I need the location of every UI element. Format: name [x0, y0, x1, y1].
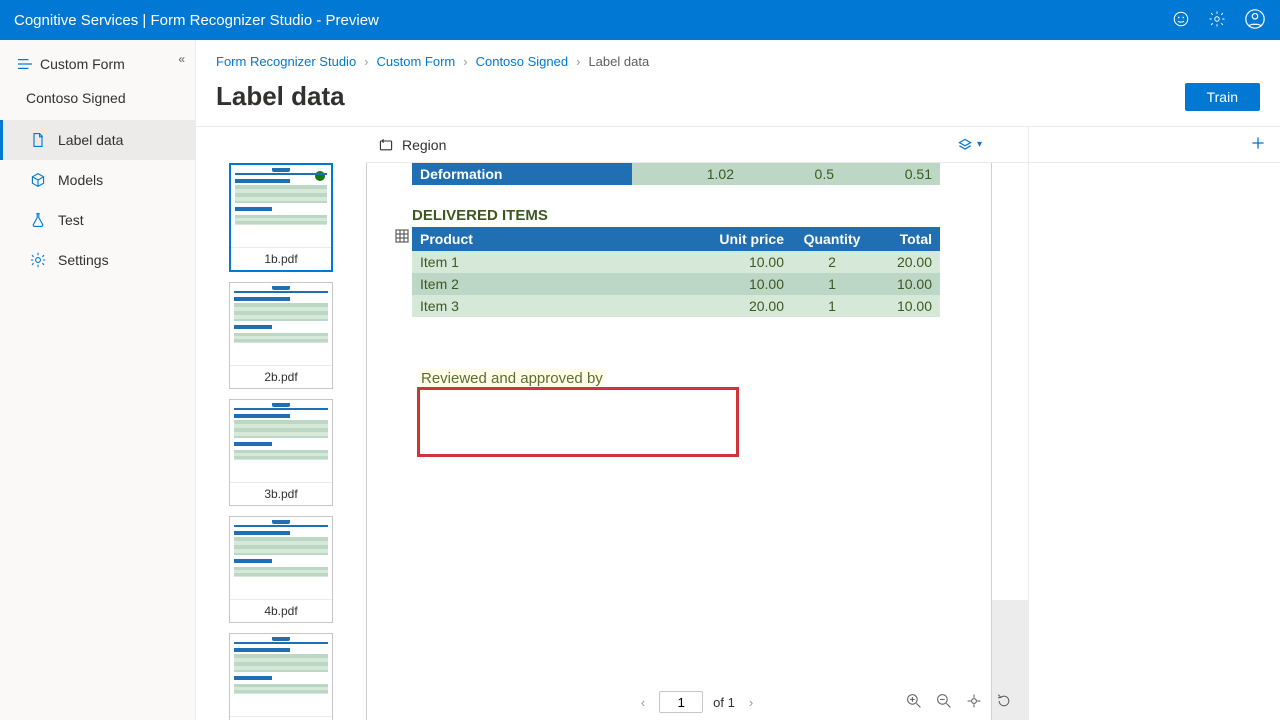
- pager: ‹ of 1 ›: [366, 684, 1028, 720]
- crumb-studio[interactable]: Form Recognizer Studio: [216, 54, 356, 69]
- reviewed-label: Reviewed and approved by: [419, 369, 605, 388]
- app-title: Cognitive Services | Form Recognizer Stu…: [14, 12, 379, 29]
- crumb-custom-form[interactable]: Custom Form: [377, 54, 456, 69]
- zoom-in-icon[interactable]: [906, 693, 922, 712]
- thumb-5[interactable]: 5b.pdf: [229, 633, 333, 720]
- top-row-fragment: Deformation 1.02 0.5 0.51: [412, 163, 940, 185]
- rotate-icon[interactable]: [996, 693, 1012, 712]
- cube-icon: [30, 172, 46, 188]
- prev-page-icon[interactable]: ‹: [637, 691, 649, 714]
- page-title: Label data: [216, 81, 345, 112]
- thumb-1[interactable]: 1b.pdf: [229, 163, 333, 272]
- top-bar: Cognitive Services | Form Recognizer Stu…: [0, 0, 1280, 40]
- next-page-icon[interactable]: ›: [745, 691, 757, 714]
- layers-tool[interactable]: ▾: [957, 137, 982, 153]
- table-grid-icon[interactable]: [395, 229, 409, 243]
- nav-label-data[interactable]: Label data: [0, 120, 195, 160]
- thumb-2[interactable]: 2b.pdf: [229, 282, 333, 389]
- thumbnail-strip: 1b.pdf 2b.pdf 3b.pdf 4b.pdf 5b.pdf: [196, 127, 366, 720]
- page-total: of 1: [713, 695, 735, 710]
- train-button[interactable]: Train: [1185, 83, 1260, 111]
- region-tool[interactable]: Region: [378, 137, 446, 153]
- nav-models[interactable]: Models: [0, 160, 195, 200]
- nav-settings[interactable]: Settings: [0, 240, 195, 280]
- fit-icon[interactable]: [966, 693, 982, 712]
- canvas-toolbar: Region ▾: [366, 127, 1028, 163]
- thumb-4[interactable]: 4b.pdf: [229, 516, 333, 623]
- delivered-title: DELIVERED ITEMS: [412, 207, 548, 224]
- thumb-3[interactable]: 3b.pdf: [229, 399, 333, 506]
- page-input[interactable]: [659, 691, 703, 713]
- project-name[interactable]: Contoso Signed: [0, 82, 195, 116]
- document-icon: [30, 132, 46, 148]
- tag-panel: [1028, 127, 1280, 720]
- sidebar-heading[interactable]: Custom Form: [0, 44, 195, 82]
- settings-icon[interactable]: [1208, 10, 1226, 31]
- flask-icon: [30, 212, 46, 228]
- signature-region[interactable]: [417, 387, 739, 457]
- zoom-out-icon[interactable]: [936, 693, 952, 712]
- crumb-project[interactable]: Contoso Signed: [476, 54, 569, 69]
- add-tag-icon[interactable]: [1250, 135, 1266, 154]
- document-page[interactable]: Deformation 1.02 0.5 0.51 DELIVERED ITEM…: [366, 163, 992, 720]
- account-icon[interactable]: [1244, 8, 1266, 33]
- crumb-current: Label data: [588, 54, 649, 69]
- region-icon: [378, 137, 394, 153]
- nav-test[interactable]: Test: [0, 200, 195, 240]
- gear-icon: [30, 252, 46, 268]
- breadcrumb: Form Recognizer Studio› Custom Form› Con…: [196, 40, 1280, 77]
- canvas[interactable]: Deformation 1.02 0.5 0.51 DELIVERED ITEM…: [366, 163, 1028, 720]
- chevron-down-icon: ▾: [977, 139, 982, 150]
- layers-icon: [957, 137, 973, 153]
- feedback-icon[interactable]: [1172, 10, 1190, 31]
- collapse-sidebar-icon[interactable]: «: [178, 52, 185, 66]
- delivered-table: Product Unit price Quantity Total Item 1…: [412, 227, 940, 317]
- sidebar: « Custom Form Contoso Signed Label data …: [0, 40, 196, 720]
